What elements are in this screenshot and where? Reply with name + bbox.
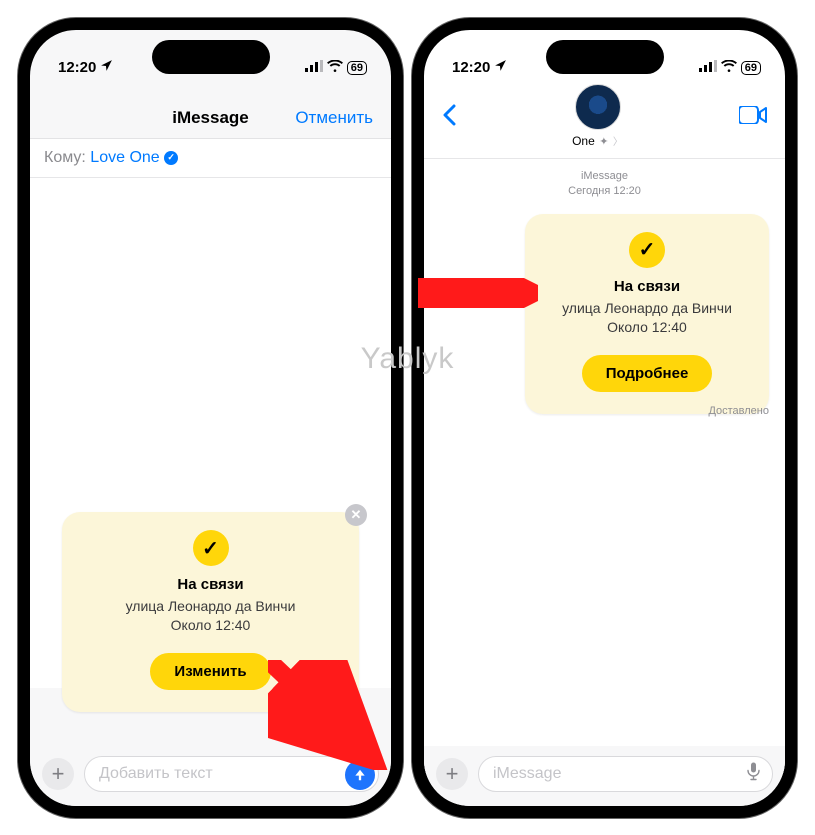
cellular-icon (699, 59, 717, 76)
compose-nav: iMessage Отменить (30, 78, 391, 139)
dynamic-island (546, 40, 664, 74)
checkin-eta: Около 12:40 (72, 616, 349, 635)
battery-icon: 69 (347, 61, 367, 75)
compose-body: ✕ ✓ На связи улица Леонардо да Винчи Око… (30, 178, 391, 688)
nav-title: iMessage (172, 108, 249, 127)
checkin-message-card[interactable]: ✓ На связи улица Леонардо да Винчи Около… (525, 214, 769, 414)
cellular-icon (305, 59, 323, 76)
dynamic-island (152, 40, 270, 74)
checkin-checkmark-icon: ✓ (629, 232, 665, 268)
location-arrow-icon (100, 59, 113, 76)
checkin-title: На связи (72, 576, 349, 593)
location-arrow-icon (494, 59, 507, 76)
status-time: 12:20 (58, 59, 96, 76)
checkin-street: улица Леонардо да Винчи (535, 299, 759, 318)
checkin-eta: Около 12:40 (535, 318, 759, 337)
to-field[interactable]: Кому: Love One ✓ (30, 139, 391, 178)
battery-icon: 69 (741, 61, 761, 75)
checkin-title: На связи (535, 278, 759, 295)
chevron-right-icon: 〉 (613, 137, 623, 148)
input-row: + iMessage (424, 746, 785, 806)
annotation-arrow-right (418, 278, 538, 308)
facetime-button[interactable] (739, 104, 771, 130)
avatar (575, 84, 621, 130)
status-time: 12:20 (452, 59, 490, 76)
plus-button[interactable]: + (436, 758, 468, 790)
checkin-details-button[interactable]: Подробнее (582, 355, 713, 392)
plus-button[interactable]: + (42, 758, 74, 790)
wifi-icon (327, 59, 343, 76)
checkin-street: улица Леонардо да Винчи (72, 597, 349, 616)
conversation-body: iMessage Сегодня 12:20 ✓ На связи улица … (424, 169, 785, 773)
input-placeholder: Добавить текст (99, 765, 213, 783)
back-button[interactable] (438, 102, 456, 133)
to-label: Кому: (44, 149, 86, 166)
phone-right: 12:20 69 One ✦ (412, 18, 797, 818)
thread-label: iMessage Сегодня 12:20 (424, 169, 785, 200)
checkin-edit-button[interactable]: Изменить (150, 653, 270, 690)
checkin-checkmark-icon: ✓ (193, 530, 229, 566)
contact-header[interactable]: One ✦ 〉 (572, 84, 623, 150)
contact-name: One (572, 134, 595, 148)
annotation-arrow-left (268, 660, 388, 770)
input-placeholder: iMessage (493, 765, 561, 783)
message-input[interactable]: iMessage (478, 756, 773, 792)
delivered-label: Доставлено (708, 405, 769, 417)
to-contact[interactable]: Love One (90, 149, 159, 166)
wifi-icon (721, 59, 737, 76)
conversation-header: One ✦ 〉 (424, 78, 785, 159)
verified-badge-icon: ✓ (164, 151, 178, 165)
microphone-icon[interactable] (747, 763, 760, 786)
close-icon[interactable]: ✕ (345, 504, 367, 526)
verified-mini-icon: ✦ (599, 136, 608, 148)
cancel-button[interactable]: Отменить (295, 108, 373, 128)
